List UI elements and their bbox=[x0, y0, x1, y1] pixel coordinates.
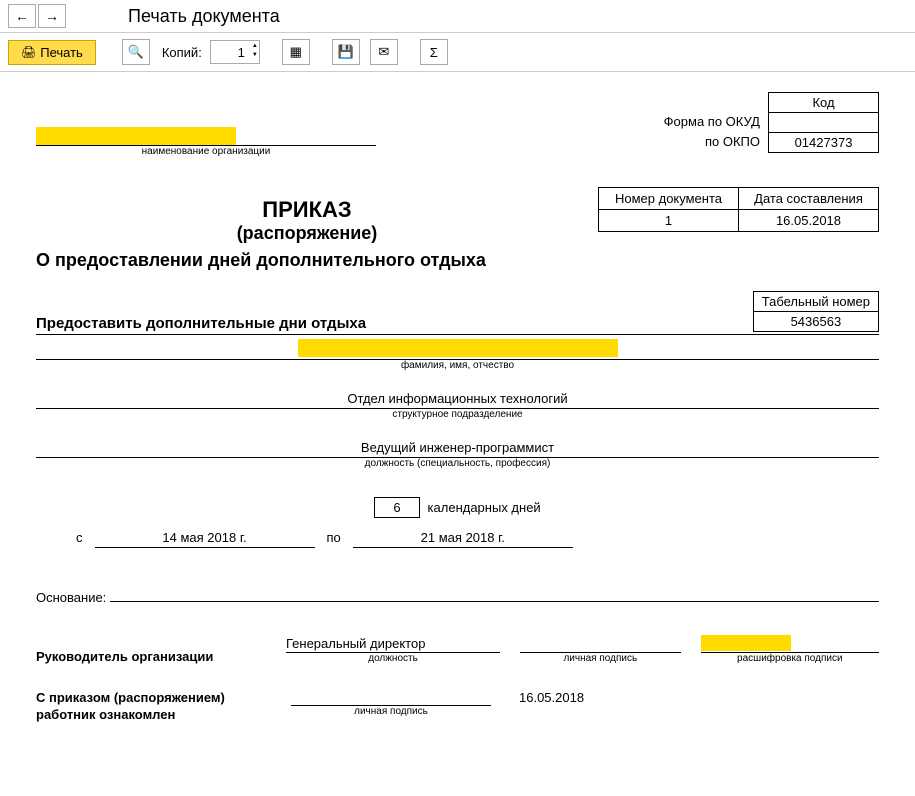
mail-button[interactable]: ✉ bbox=[370, 39, 398, 65]
org-name-caption: наименование организации bbox=[36, 146, 376, 157]
position-caption: должность (специальность, профессия) bbox=[36, 458, 879, 469]
date-to: 21 мая 2018 г. bbox=[353, 530, 573, 548]
days-value: 6 bbox=[374, 497, 419, 518]
sig-name-caption: расшифровка подписи bbox=[701, 653, 879, 664]
doc-number: 1 bbox=[599, 210, 739, 232]
basis-line bbox=[110, 586, 879, 602]
ack-date: 16.05.2018 bbox=[519, 690, 584, 706]
code-table: Код 01427373 bbox=[768, 92, 879, 153]
redacted-org-name bbox=[36, 127, 236, 145]
ack-signature bbox=[291, 690, 491, 706]
doc-title-2: (распоряжение) bbox=[36, 223, 578, 244]
forward-button[interactable]: → bbox=[38, 4, 66, 28]
provide-text: Предоставить дополнительные дни отдыха bbox=[36, 315, 366, 332]
sig-position-caption: должность bbox=[286, 653, 500, 664]
okud-value bbox=[769, 113, 879, 133]
ack-sign-caption: личная подпись bbox=[291, 706, 491, 717]
tabel-value: 5436563 bbox=[753, 312, 878, 332]
head-position: Генеральный директор bbox=[286, 636, 500, 653]
to-label: по bbox=[327, 530, 341, 545]
page-title: Печать документа bbox=[128, 6, 280, 27]
head-name bbox=[701, 635, 879, 653]
preview-button[interactable]: 🔍 bbox=[122, 39, 150, 65]
sum-button[interactable]: Σ bbox=[420, 39, 448, 65]
toolbar: Печать 🔍 Копий: ▲▼ ▦ 💾 ✉ Σ bbox=[0, 33, 915, 72]
back-button[interactable]: ← bbox=[8, 4, 36, 28]
doc-date: 16.05.2018 bbox=[739, 210, 879, 232]
code-header: Код bbox=[769, 93, 879, 113]
copies-label: Копий: bbox=[162, 45, 202, 60]
doc-title-1: ПРИКАЗ bbox=[36, 197, 578, 223]
spinner-icon[interactable]: ▲▼ bbox=[252, 42, 258, 60]
form-labels: Форма по ОКУД по ОКПО bbox=[664, 92, 768, 152]
from-label: с bbox=[76, 530, 83, 545]
save-button[interactable]: 💾 bbox=[332, 39, 360, 65]
copies-stepper[interactable]: ▲▼ bbox=[210, 40, 260, 64]
table-button[interactable]: ▦ bbox=[282, 39, 310, 65]
print-button[interactable]: Печать bbox=[8, 40, 96, 65]
fio-caption: фамилия, имя, отчество bbox=[36, 360, 879, 371]
basis-label: Основание: bbox=[36, 590, 106, 605]
dept-value: Отдел информационных технологий bbox=[36, 385, 879, 409]
num-header: Номер документа bbox=[599, 188, 739, 210]
date-from: 14 мая 2018 г. bbox=[95, 530, 315, 548]
date-header: Дата составления bbox=[739, 188, 879, 210]
days-label: календарных дней bbox=[428, 500, 541, 515]
okpo-value: 01427373 bbox=[769, 133, 879, 153]
position-value: Ведущий инженер-программист bbox=[36, 434, 879, 458]
dept-caption: структурное подразделение bbox=[36, 409, 879, 420]
doc-num-table: Номер документа Дата составления 1 16.05… bbox=[598, 187, 879, 232]
sig-sign-caption: личная подпись bbox=[520, 653, 681, 664]
nav-bar: ← → Печать документа bbox=[0, 0, 915, 33]
head-signature bbox=[520, 636, 681, 653]
doc-subtitle: О предоставлении дней дополнительного от… bbox=[36, 250, 879, 271]
ack-label: С приказом (распоряжением) работник озна… bbox=[36, 690, 271, 724]
tabel-table: Табельный номер 5436563 bbox=[753, 291, 879, 332]
redacted-head-name bbox=[701, 635, 791, 651]
head-label: Руководитель организации bbox=[36, 649, 266, 664]
document: наименование организации Форма по ОКУД п… bbox=[0, 72, 915, 744]
redacted-fio bbox=[298, 339, 618, 357]
tabel-header: Табельный номер bbox=[753, 292, 878, 312]
